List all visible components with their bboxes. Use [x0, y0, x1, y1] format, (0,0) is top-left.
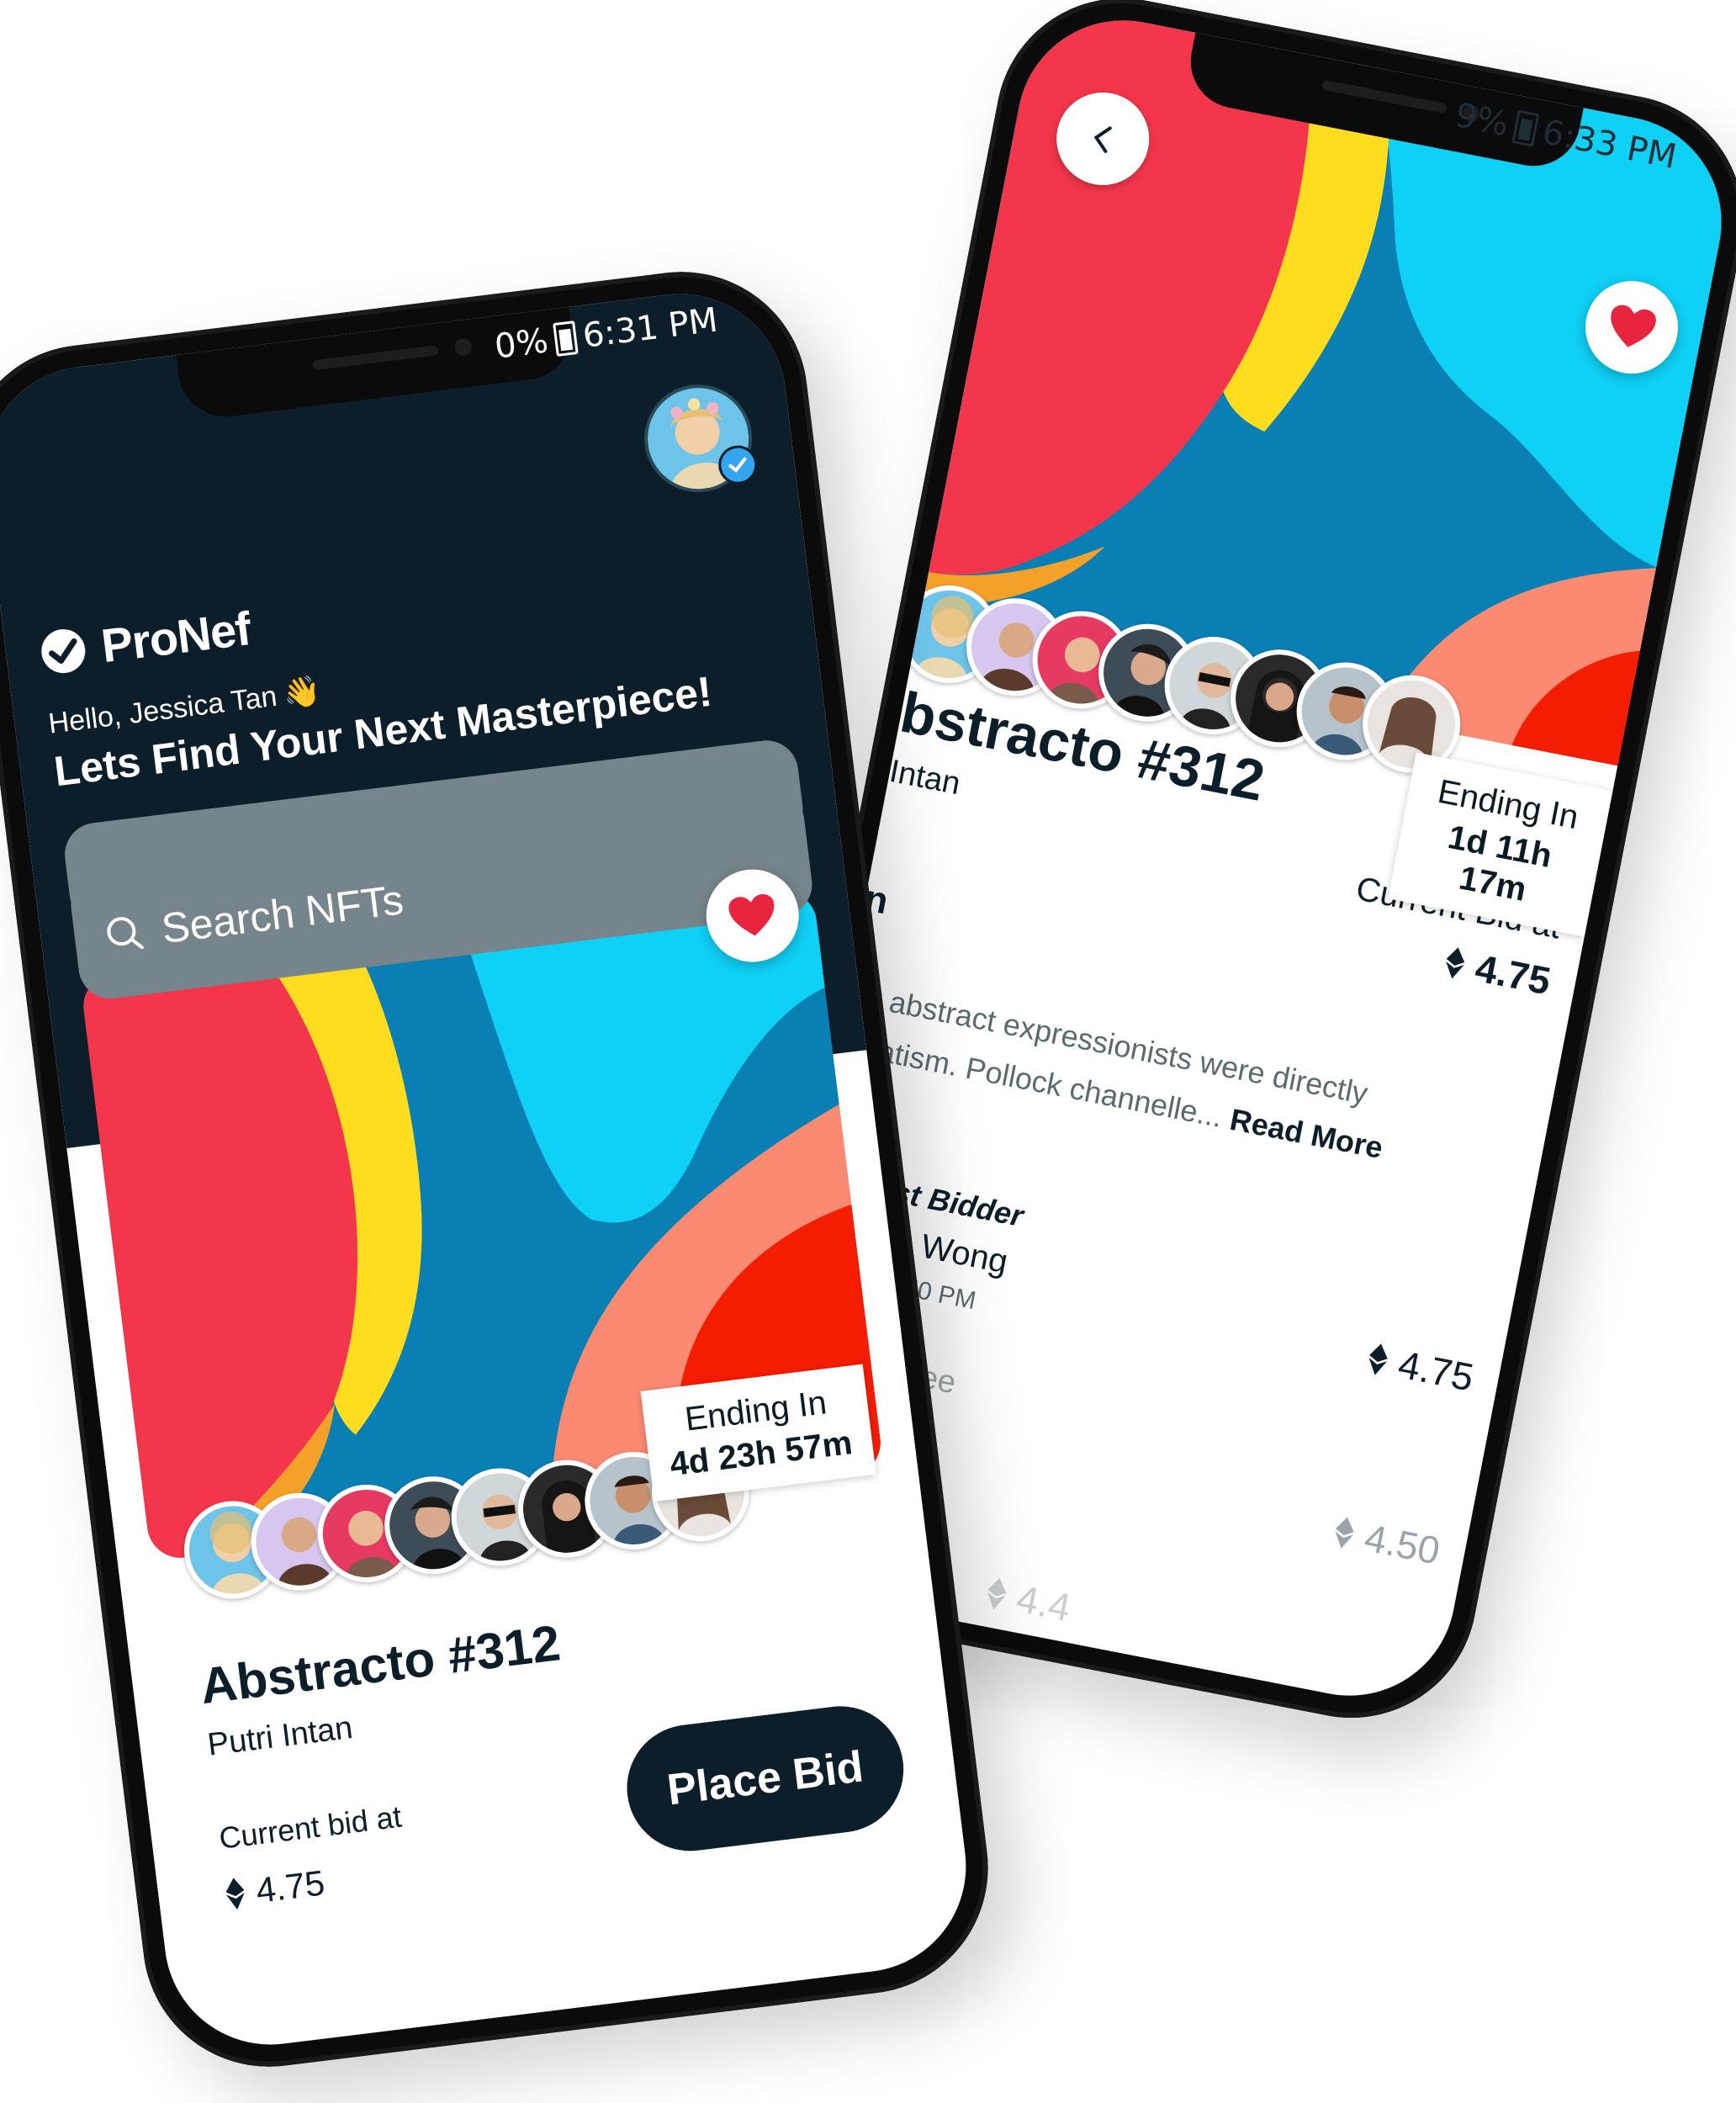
eth-icon: [1335, 1517, 1355, 1549]
highest-bid-value: 4.75: [1395, 1342, 1478, 1400]
second-bid-value: 4.50: [1361, 1515, 1444, 1573]
heart-icon: [1611, 305, 1656, 347]
second-bid-row: 4.50: [1331, 1509, 1444, 1574]
battery-icon: [552, 320, 579, 357]
eth-icon: [987, 1578, 1007, 1610]
phone-frame: 0% 6:31 PM ProNef Hello, Jessica Tan👋 Le…: [0, 257, 1003, 2081]
eth-icon: [1369, 1343, 1389, 1375]
heart-icon: [728, 894, 775, 936]
search-placeholder: Search NFTs: [158, 876, 406, 953]
nft-title: Abstracto #312: [197, 1614, 564, 1715]
nft-creator[interactable]: Intan: [887, 754, 963, 803]
battery-icon: [1511, 109, 1540, 147]
bid-label: Current bid at: [217, 1798, 404, 1856]
eth-icon: [225, 1878, 245, 1910]
home-screen: 0% 6:31 PM ProNef Hello, Jessica Tan👋 Le…: [0, 282, 978, 2057]
nft-creator[interactable]: Putri Intan: [206, 1710, 355, 1764]
highest-bid-row: 4.75: [1365, 1336, 1478, 1401]
third-bid-row: 4.4: [983, 1570, 1074, 1630]
bid-value-row: 4.75: [1442, 939, 1554, 1004]
eth-icon: [1446, 947, 1465, 979]
phone-home: 0% 6:31 PM ProNef Hello, Jessica Tan👋 Le…: [0, 257, 1003, 2081]
search-icon: [107, 917, 144, 950]
description: ter abstract expressionists were directl…: [833, 968, 1512, 1195]
pronef-logo-icon: [41, 628, 86, 673]
chevron-left-icon: [1093, 126, 1112, 153]
third-bid-value: 4.4: [1013, 1576, 1075, 1630]
bid-value-row: 4.75: [224, 1862, 327, 1915]
battery-percent: 0%: [492, 321, 551, 367]
place-bid-button[interactable]: Place Bid: [619, 1698, 911, 1858]
bid-value: 4.75: [1471, 946, 1554, 1004]
bid-value: 4.75: [253, 1862, 327, 1910]
wave-icon: 👋: [281, 672, 323, 712]
